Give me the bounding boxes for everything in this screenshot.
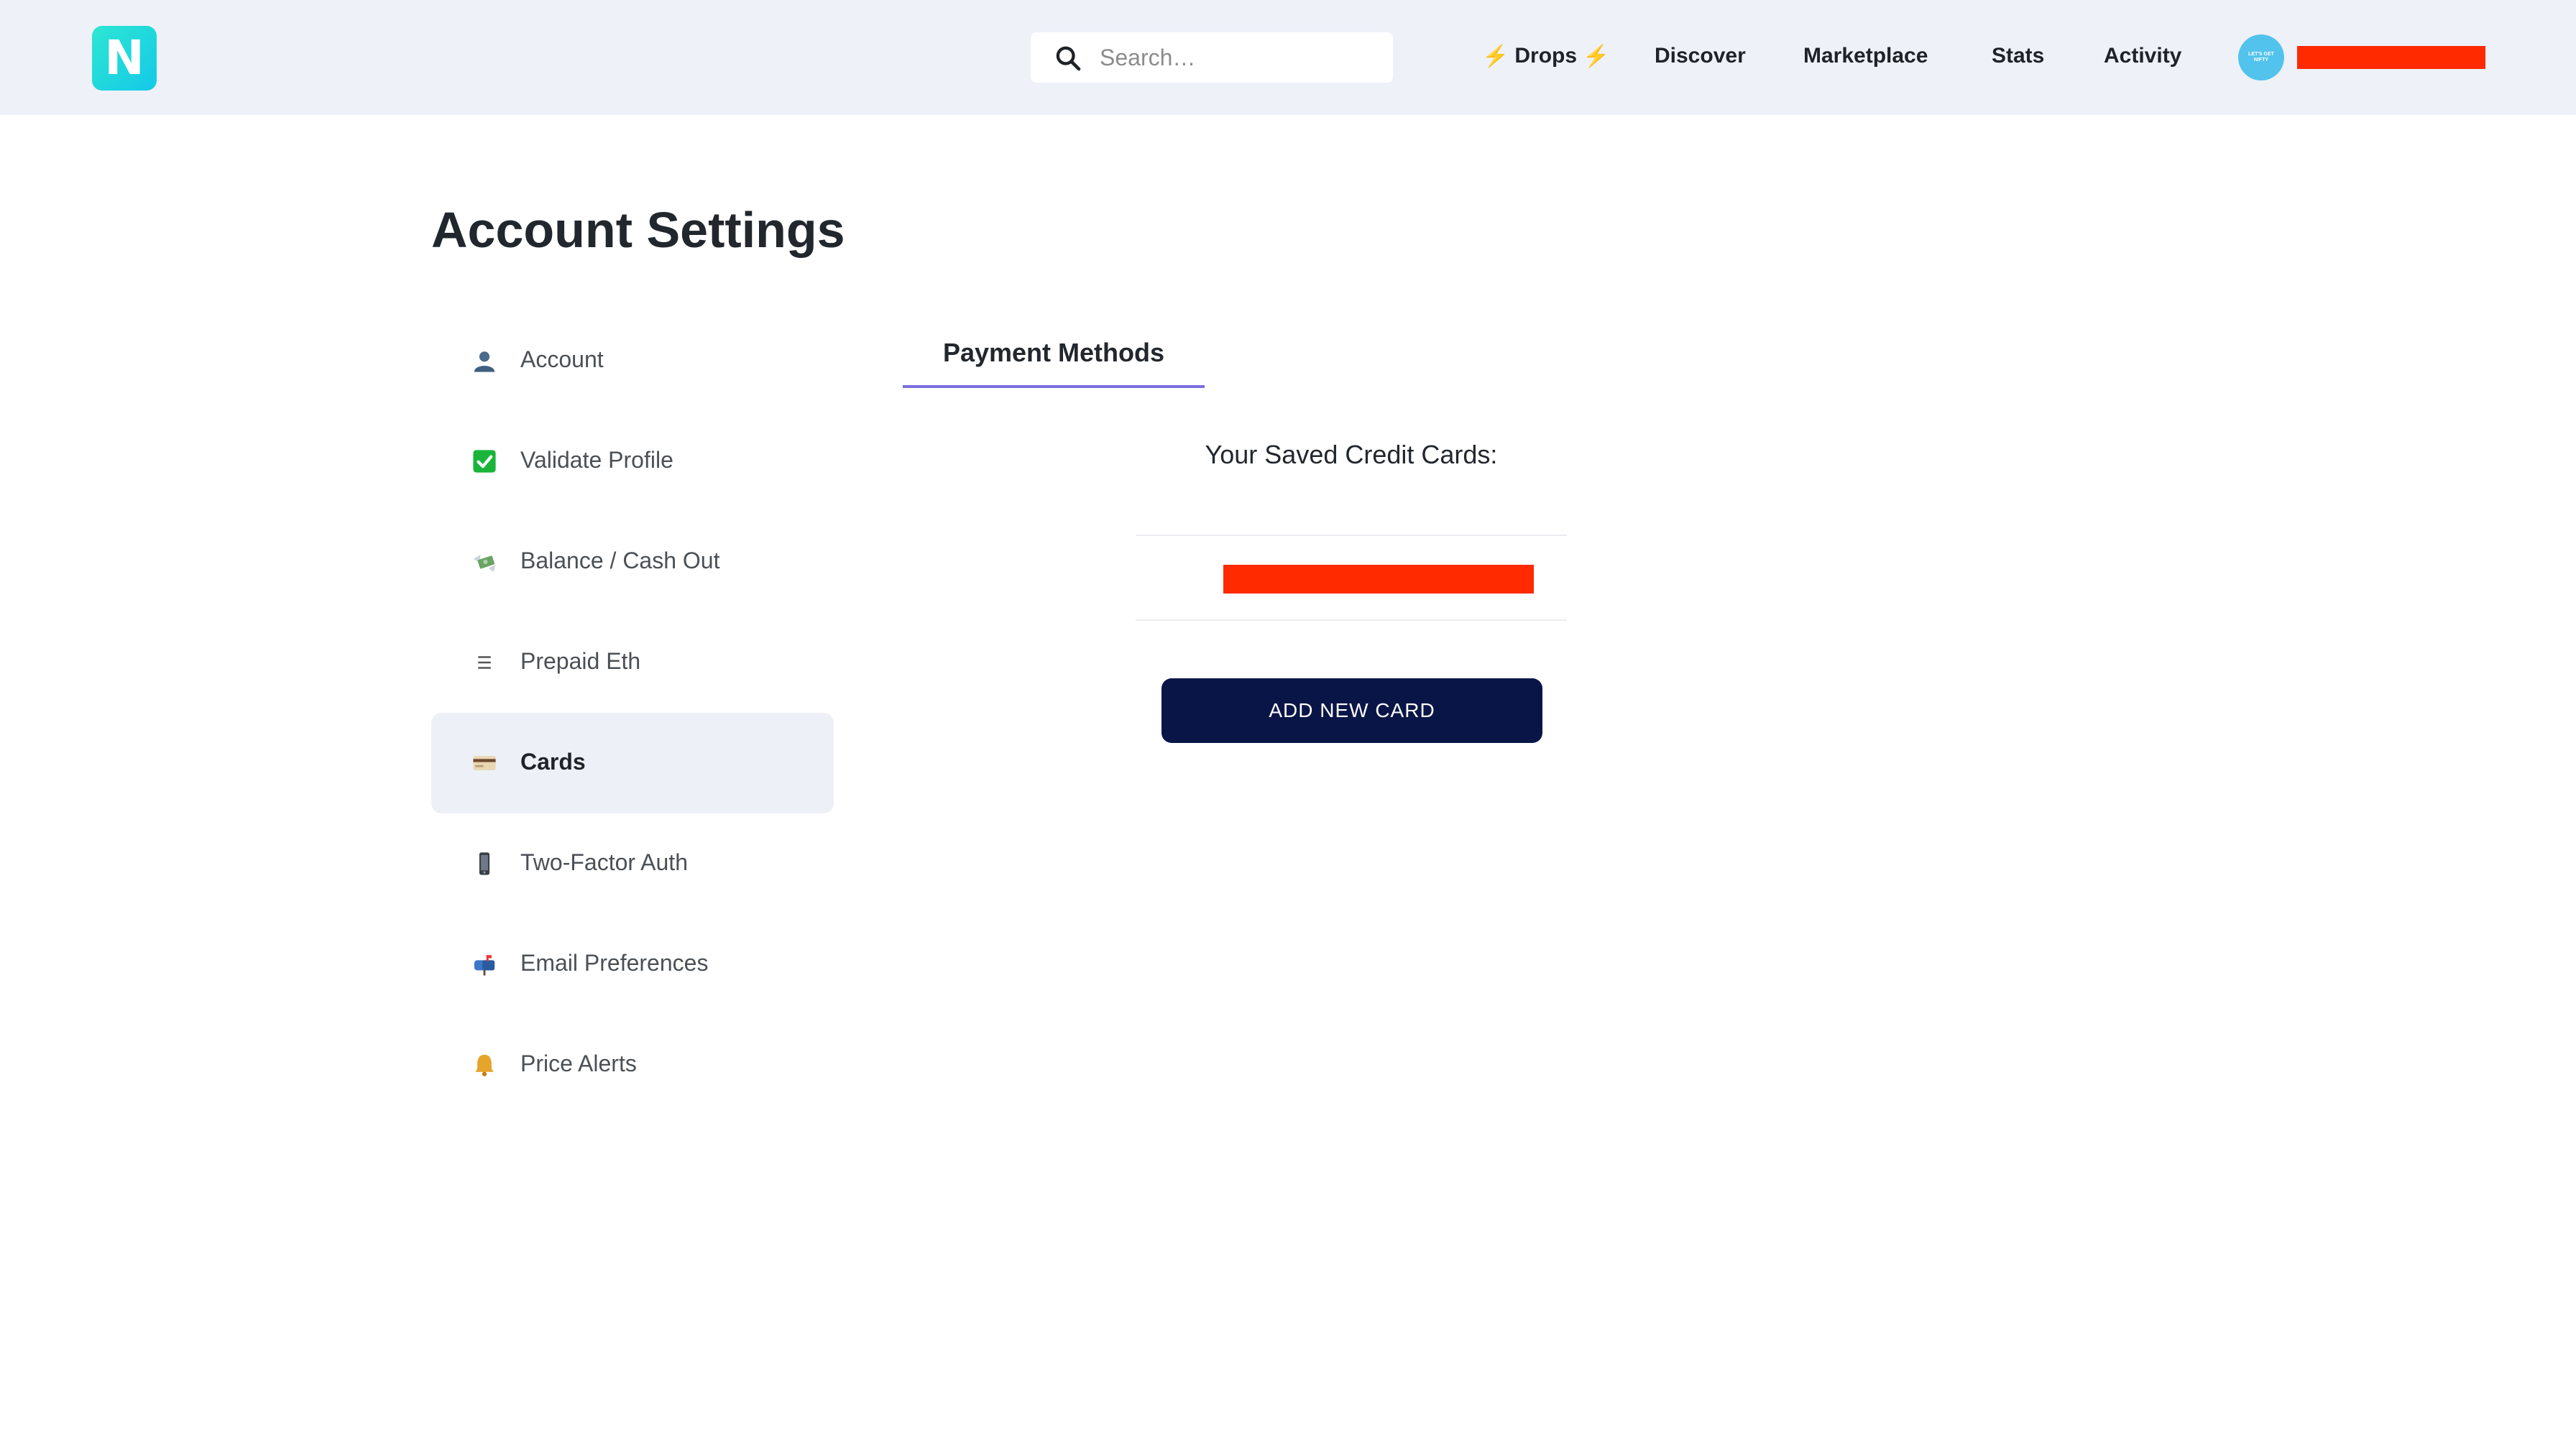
nav-marketplace[interactable]: Marketplace (1803, 40, 1928, 72)
nav-drops[interactable]: ⚡ Drops ⚡ (1476, 40, 1615, 72)
nav-drops-label: Drops (1514, 44, 1578, 68)
sidebar-item-balance-cash-out[interactable]: Balance / Cash Out (431, 512, 834, 612)
tab-payment-methods[interactable]: Payment Methods (903, 328, 1205, 388)
logo[interactable]: N (92, 26, 157, 91)
search-icon (1056, 46, 1081, 71)
sidebar-item-label: Prepaid Eth (520, 648, 641, 674)
lightning-icon: ⚡ (1482, 44, 1509, 68)
redacted-card-details (1223, 565, 1534, 594)
sidebar-item-label: Two-Factor Auth (520, 849, 688, 875)
sidebar-item-label: Account (520, 346, 604, 372)
saved-cards-heading: Your Saved Credit Cards: (1205, 440, 1498, 469)
add-new-card-button[interactable]: ADD NEW CARD (1162, 678, 1542, 743)
sidebar-item-account[interactable]: Account (431, 310, 834, 411)
nav-activity[interactable]: Activity (2104, 40, 2181, 72)
sidebar-item-email-preferences[interactable]: Email Preferences (431, 914, 834, 1015)
tab-label: Payment Methods (942, 338, 1165, 367)
top-nav-bar: N ⚡ Drops ⚡ Discover Marketplace Stats A… (0, 0, 2576, 115)
sidebar-item-prepaid-eth[interactable]: Prepaid Eth (431, 612, 834, 713)
sidebar-item-label: Balance / Cash Out (520, 548, 720, 573)
bust-icon (472, 348, 497, 374)
mobile-phone-icon (472, 851, 497, 877)
logo-letter: N (104, 30, 144, 86)
avatar-text: LET'S GET NIFTY (2248, 52, 2274, 63)
sidebar-item-validate-profile[interactable]: Validate Profile (431, 411, 834, 512)
bell-icon (472, 1052, 497, 1078)
page-title: Account Settings (431, 202, 845, 258)
search-box[interactable] (1031, 32, 1393, 83)
sidebar-item-label: Email Preferences (520, 950, 709, 976)
check-mark-icon (472, 448, 497, 474)
sidebar-item-cards[interactable]: Cards (431, 713, 834, 813)
saved-card-row[interactable] (1136, 535, 1567, 621)
money-wings-icon (472, 549, 497, 575)
nav-discover[interactable]: Discover (1655, 40, 1746, 72)
ethereum-icon (472, 650, 497, 675)
mailbox-icon (472, 951, 497, 977)
search-input[interactable] (1100, 40, 1380, 75)
sidebar-item-label: Price Alerts (520, 1050, 637, 1076)
sidebar-item-label: Validate Profile (520, 447, 673, 473)
credit-card-icon (472, 750, 497, 776)
sidebar-item-label: Cards (520, 749, 586, 775)
redacted-username[interactable] (2297, 46, 2485, 69)
nav-stats[interactable]: Stats (1992, 40, 2044, 72)
sidebar-item-two-factor-auth[interactable]: Two-Factor Auth (431, 813, 834, 914)
sidebar-item-price-alerts[interactable]: Price Alerts (431, 1015, 834, 1115)
lightning-icon: ⚡ (1583, 44, 1610, 68)
avatar[interactable]: LET'S GET NIFTY (2238, 34, 2284, 80)
